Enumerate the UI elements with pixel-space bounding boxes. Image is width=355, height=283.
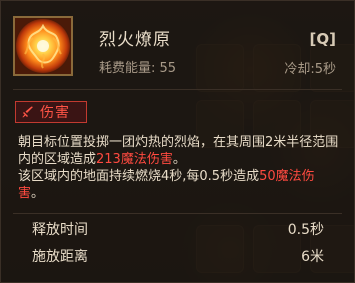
stat-row-cast-time: 释放时间 0.5秒	[1, 219, 354, 241]
description-text: 。	[172, 152, 186, 167]
stats-divider	[13, 213, 342, 214]
skill-icon-frame	[13, 16, 73, 76]
fire-burst-icon	[15, 18, 71, 74]
damage-value-1: 213魔法伤害	[96, 152, 173, 167]
stat-row-cast-range: 施放距离 6米	[1, 246, 354, 268]
stat-value: 0.5秒	[287, 222, 324, 238]
skill-title: 烈火燎原	[99, 30, 171, 50]
stat-value: 6米	[301, 249, 324, 265]
sword-icon	[22, 106, 33, 118]
damage-tag-label: 伤害	[40, 105, 70, 121]
cooldown: 冷却:5秒	[284, 62, 336, 77]
skill-description: 朝目标位置投掷一团灼热的烈焰，在其周围2米半径范围内的区域造成213魔法伤害。 …	[18, 134, 340, 202]
header-divider	[13, 89, 342, 90]
damage-tag: 伤害	[15, 101, 87, 123]
skill-hotkey: [Q]	[309, 30, 336, 48]
stat-label: 施放距离	[32, 249, 88, 265]
description-text: 。	[31, 186, 45, 201]
skill-tooltip: 烈火燎原 [Q] 耗费能量: 55 冷却:5秒 伤害 朝目标位置投掷一团灼热的烈…	[0, 0, 355, 283]
description-text: 该区域内的地面持续燃烧4秒,每0.5秒造成	[18, 169, 260, 184]
stat-label: 释放时间	[32, 222, 88, 238]
energy-cost: 耗费能量: 55	[99, 61, 177, 76]
